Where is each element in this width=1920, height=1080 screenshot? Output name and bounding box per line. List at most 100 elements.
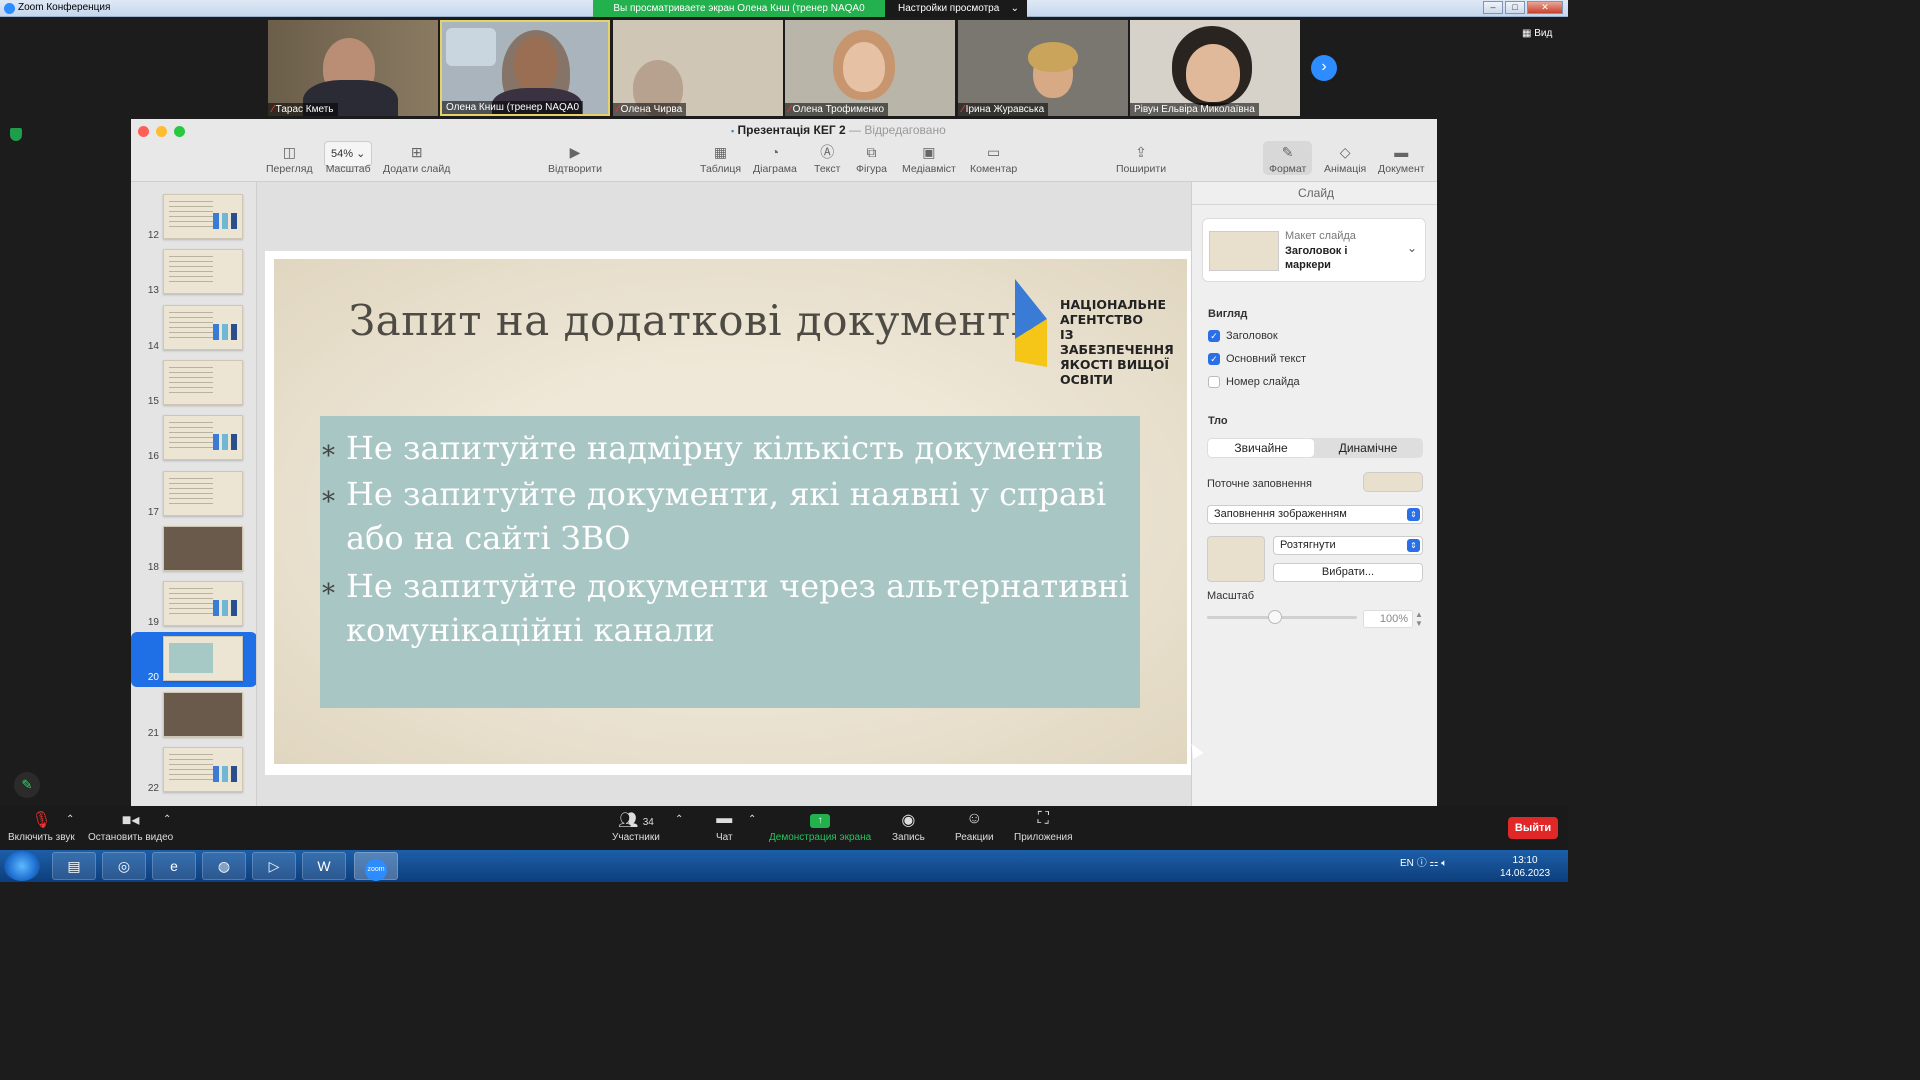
close-traffic-light[interactable]	[138, 126, 149, 137]
choose-image-button[interactable]: Вибрати...	[1273, 563, 1423, 582]
animate-button[interactable]: ◇ Анімація	[1324, 141, 1366, 175]
table-button[interactable]: ▦ Таблиця	[700, 141, 741, 175]
participants-caret[interactable]: ⌃	[675, 814, 683, 825]
slide-thumbnail	[163, 249, 243, 295]
stop-video-button[interactable]: ■◂ Остановить видео	[88, 810, 173, 843]
language-indicator[interactable]: EN	[1400, 858, 1414, 869]
participant-tile[interactable]: ⁄ Тарас Кметь	[268, 20, 438, 116]
view-settings-button[interactable]: Настройки просмотра ⌄	[885, 0, 1027, 17]
help-icon[interactable]: ⓘ	[1417, 858, 1427, 869]
minimize-traffic-light[interactable]	[156, 126, 167, 137]
chat-button[interactable]: ▬ Чат	[716, 810, 733, 843]
participant-tile[interactable]: Рівун Ельвіра Миколаївна	[1130, 20, 1300, 116]
participant-tile-active-speaker[interactable]: Олена Книш (тренер NAQA0	[440, 20, 610, 116]
reactions-button[interactable]: ☺ Реакции	[955, 810, 994, 843]
slide-thumbnail-row[interactable]: 14	[131, 301, 256, 356]
chat-caret[interactable]: ⌃	[748, 814, 756, 825]
slide-number: 19	[147, 617, 159, 629]
fill-type-select[interactable]: Заповнення зображенням ⇕	[1207, 505, 1423, 524]
minimize-button[interactable]: ‒	[1483, 1, 1503, 14]
muted-mic-icon: ⁄	[789, 104, 791, 115]
firefox-icon[interactable]: ◍	[202, 852, 246, 880]
zoom-tool[interactable]: 54% ⌄ Масштаб	[324, 141, 373, 175]
audio-options-caret[interactable]: ⌃	[66, 814, 74, 825]
slide-thumbnail-row[interactable]: 20	[131, 632, 256, 688]
zoom-traffic-light[interactable]	[174, 126, 185, 137]
slide-title[interactable]: Запит на додаткові документи	[349, 296, 1039, 345]
zoom-taskbar-icon[interactable]: zoom	[354, 852, 398, 881]
slide-navigator[interactable]: 12 13 14 15 16 17 18 19 20 21 22	[131, 182, 257, 806]
slide-number-checkbox[interactable]: Номер слайда	[1208, 376, 1300, 389]
slide[interactable]: Запит на додаткові документи НАЦІОНАЛЬНЕ…	[265, 251, 1191, 775]
slide-number: 16	[147, 451, 159, 463]
participants-button[interactable]: 👥︎ 34 Участники	[612, 810, 660, 843]
fill-color-well[interactable]	[1363, 472, 1423, 492]
view-tool-button[interactable]: ◫ Перегляд	[266, 141, 313, 175]
system-clock[interactable]: 13:10 14.06.2023	[1500, 854, 1550, 880]
start-button[interactable]	[4, 851, 40, 881]
media-player-icon[interactable]: ▷	[252, 852, 296, 880]
slide-thumbnail-row[interactable]: 18	[131, 522, 256, 577]
slide-thumbnail-row[interactable]: 17	[131, 467, 256, 522]
stretch-select[interactable]: Розтягнути ⇕	[1273, 536, 1423, 555]
share-screen-button[interactable]: ↑ Демонстрация экрана	[769, 810, 871, 843]
slide-thumbnail-row[interactable]: 16	[131, 411, 256, 466]
next-participants-button[interactable]: ›	[1311, 55, 1337, 81]
bullet-text-box[interactable]: ⁎ Не запитуйте надмірну кількість докуме…	[320, 416, 1140, 708]
volume-icon[interactable]: 🔈︎	[1441, 858, 1447, 869]
participant-tile[interactable]: ⁄ Ірина Журавська	[958, 20, 1128, 116]
text-button[interactable]: Ⓐ Текст	[814, 141, 840, 175]
stepper-icon[interactable]: ▲ ▼	[1415, 610, 1423, 628]
slide-thumbnail	[163, 359, 243, 405]
shape-button[interactable]: ⧉ Фігура	[856, 141, 887, 175]
view-button[interactable]: ▦ Вид	[1522, 28, 1552, 39]
format-button[interactable]: ✎ Формат	[1263, 141, 1313, 175]
chevron-up-icon: ⌃	[675, 814, 684, 825]
video-options-caret[interactable]: ⌃	[163, 814, 171, 825]
participant-tile[interactable]: ⁄ Олена Чирва	[613, 20, 783, 116]
bullet-text: Не запитуйте надмірну кількість документ…	[346, 429, 1104, 467]
close-window-button[interactable]: ✕	[1527, 1, 1563, 14]
play-button[interactable]: ▶ Відтворити	[548, 141, 602, 175]
leave-meeting-button[interactable]: Выйти	[1508, 817, 1558, 839]
scale-slider-track[interactable]	[1207, 616, 1357, 619]
record-button[interactable]: ◉ Запись	[892, 810, 925, 843]
file-explorer-icon[interactable]: ▤	[52, 852, 96, 880]
document-button[interactable]: ▬ Документ	[1378, 141, 1425, 175]
share-button[interactable]: ⇪ Поширити	[1116, 141, 1166, 175]
slide-layout-picker[interactable]: Макет слайда Заголовок і маркери ⌄	[1202, 218, 1426, 282]
unmute-button[interactable]: 🎙︎ Включить звук	[8, 810, 75, 843]
chrome-icon[interactable]: ◎	[102, 852, 146, 880]
scale-value-field[interactable]: 100%	[1363, 610, 1413, 628]
apps-button[interactable]: ⛶ Приложения	[1014, 810, 1073, 843]
slide-thumbnail-row[interactable]: 15	[131, 356, 256, 411]
annotate-pencil-icon[interactable]: ✎	[14, 772, 40, 798]
standard-bg-button[interactable]: Звичайне	[1208, 439, 1314, 457]
network-icon[interactable]: ⚏	[1429, 858, 1438, 869]
word-icon[interactable]: W	[302, 852, 346, 880]
slide-canvas[interactable]: Запит на додаткові документи НАЦІОНАЛЬНЕ…	[257, 182, 1191, 806]
slide-background: Запит на додаткові документи НАЦІОНАЛЬНЕ…	[274, 259, 1187, 764]
title-checkbox[interactable]: ✓ Заголовок	[1208, 330, 1278, 343]
slide-thumbnail	[163, 691, 243, 737]
internet-explorer-icon[interactable]: e	[152, 852, 196, 880]
slide-thumbnail-row[interactable]: 12	[131, 190, 256, 245]
slide-tab[interactable]: Слайд	[1298, 186, 1334, 200]
maximize-button[interactable]: □	[1505, 1, 1525, 14]
slide-thumbnail-row[interactable]: 21	[131, 688, 256, 743]
body-checkbox[interactable]: ✓ Основний текст	[1208, 353, 1306, 366]
media-button[interactable]: ▣ Медіавміст	[902, 141, 956, 175]
participant-count: 34	[642, 817, 654, 828]
participant-tile[interactable]: ⁄ Олена Трофименко	[785, 20, 955, 116]
record-label: Запись	[892, 832, 925, 843]
fill-image-well[interactable]	[1207, 536, 1265, 582]
comment-button[interactable]: ▭ Коментар	[970, 141, 1017, 175]
add-slide-button[interactable]: ⊞ Додати слайд	[383, 141, 450, 175]
scale-slider-thumb[interactable]	[1268, 610, 1282, 624]
slide-thumbnail-row[interactable]: 22	[131, 743, 256, 798]
dynamic-bg-button[interactable]: Динамічне	[1315, 439, 1421, 457]
bullet-item: ⁎ Не запитуйте надмірну кількість докуме…	[322, 426, 1146, 470]
slide-thumbnail-row[interactable]: 13	[131, 245, 256, 300]
chart-button[interactable]: ◔ Діаграма	[753, 141, 797, 175]
slide-thumbnail-row[interactable]: 19	[131, 577, 256, 632]
